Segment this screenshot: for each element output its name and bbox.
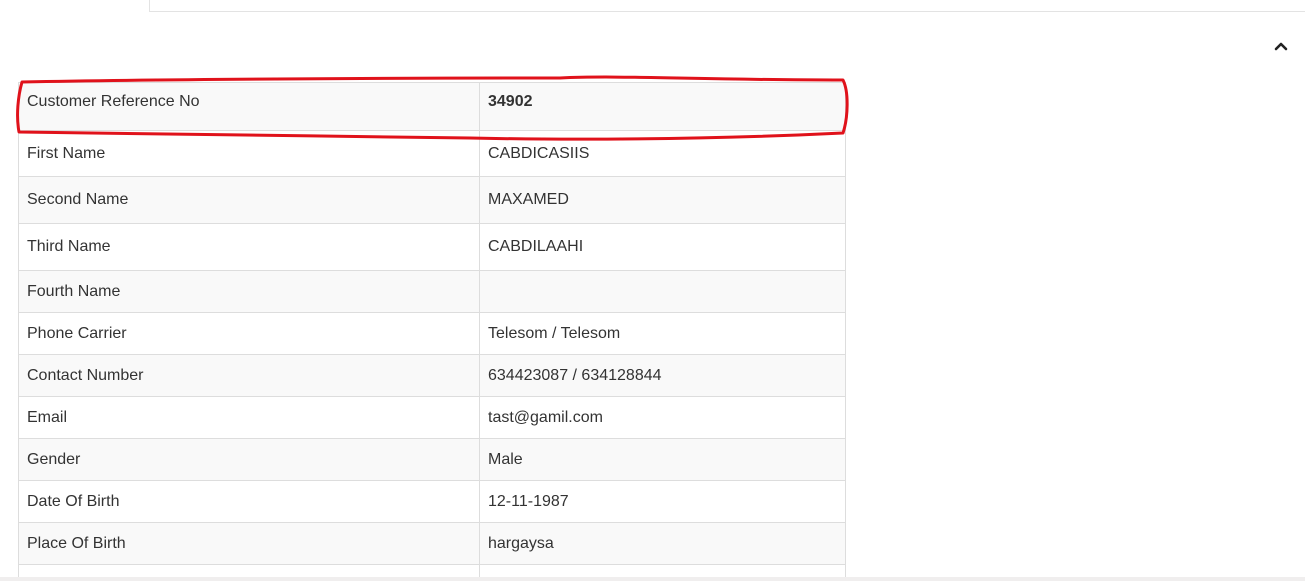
table-row-third-name: Third Name CABDILAAHI [18, 223, 846, 271]
row-value [479, 270, 846, 313]
table-row-first-name: First Name CABDICASIIS [18, 130, 846, 177]
customer-details-page: Customer Reference No 34902 First Name C… [0, 0, 1305, 581]
chevron-up-icon [1274, 42, 1288, 51]
row-label: Date Of Birth [18, 480, 480, 523]
row-label: Place Of Birth [18, 522, 480, 565]
row-label: Email [18, 396, 480, 439]
table-row-second-name: Second Name MAXAMED [18, 176, 846, 224]
table-row-gender: Gender Male [18, 438, 846, 481]
row-value: tast@gamil.com [479, 396, 846, 439]
table-row-place-of-birth: Place Of Birth hargaysa [18, 522, 846, 565]
row-value: hargaysa [479, 522, 846, 565]
table-row-email: Email tast@gamil.com [18, 396, 846, 439]
row-value: 634423087 / 634128844 [479, 354, 846, 397]
customer-details-table: Customer Reference No 34902 First Name C… [18, 82, 846, 581]
row-label: Customer Reference No [18, 82, 480, 131]
collapse-toggle[interactable] [1271, 36, 1291, 56]
row-value: 34902 [479, 82, 846, 131]
table-row-customer-reference: Customer Reference No 34902 [18, 82, 846, 131]
row-value: CABDILAAHI [479, 223, 846, 271]
row-label: Phone Carrier [18, 312, 480, 355]
table-row-phone-carrier: Phone Carrier Telesom / Telesom [18, 312, 846, 355]
table-row-date-of-birth: Date Of Birth 12-11-1987 [18, 480, 846, 523]
page-bottom-edge [0, 577, 1305, 581]
row-label: Fourth Name [18, 270, 480, 313]
row-label: Third Name [18, 223, 480, 271]
row-label: Gender [18, 438, 480, 481]
row-label: First Name [18, 130, 480, 177]
table-row-fourth-name: Fourth Name [18, 270, 846, 313]
row-value: CABDICASIIS [479, 130, 846, 177]
row-label: Second Name [18, 176, 480, 224]
row-value: 12-11-1987 [479, 480, 846, 523]
row-value: Male [479, 438, 846, 481]
row-label: Contact Number [18, 354, 480, 397]
row-value: MAXAMED [479, 176, 846, 224]
top-panel-border [149, 0, 1305, 12]
row-value: Telesom / Telesom [479, 312, 846, 355]
table-row-contact-number: Contact Number 634423087 / 634128844 [18, 354, 846, 397]
